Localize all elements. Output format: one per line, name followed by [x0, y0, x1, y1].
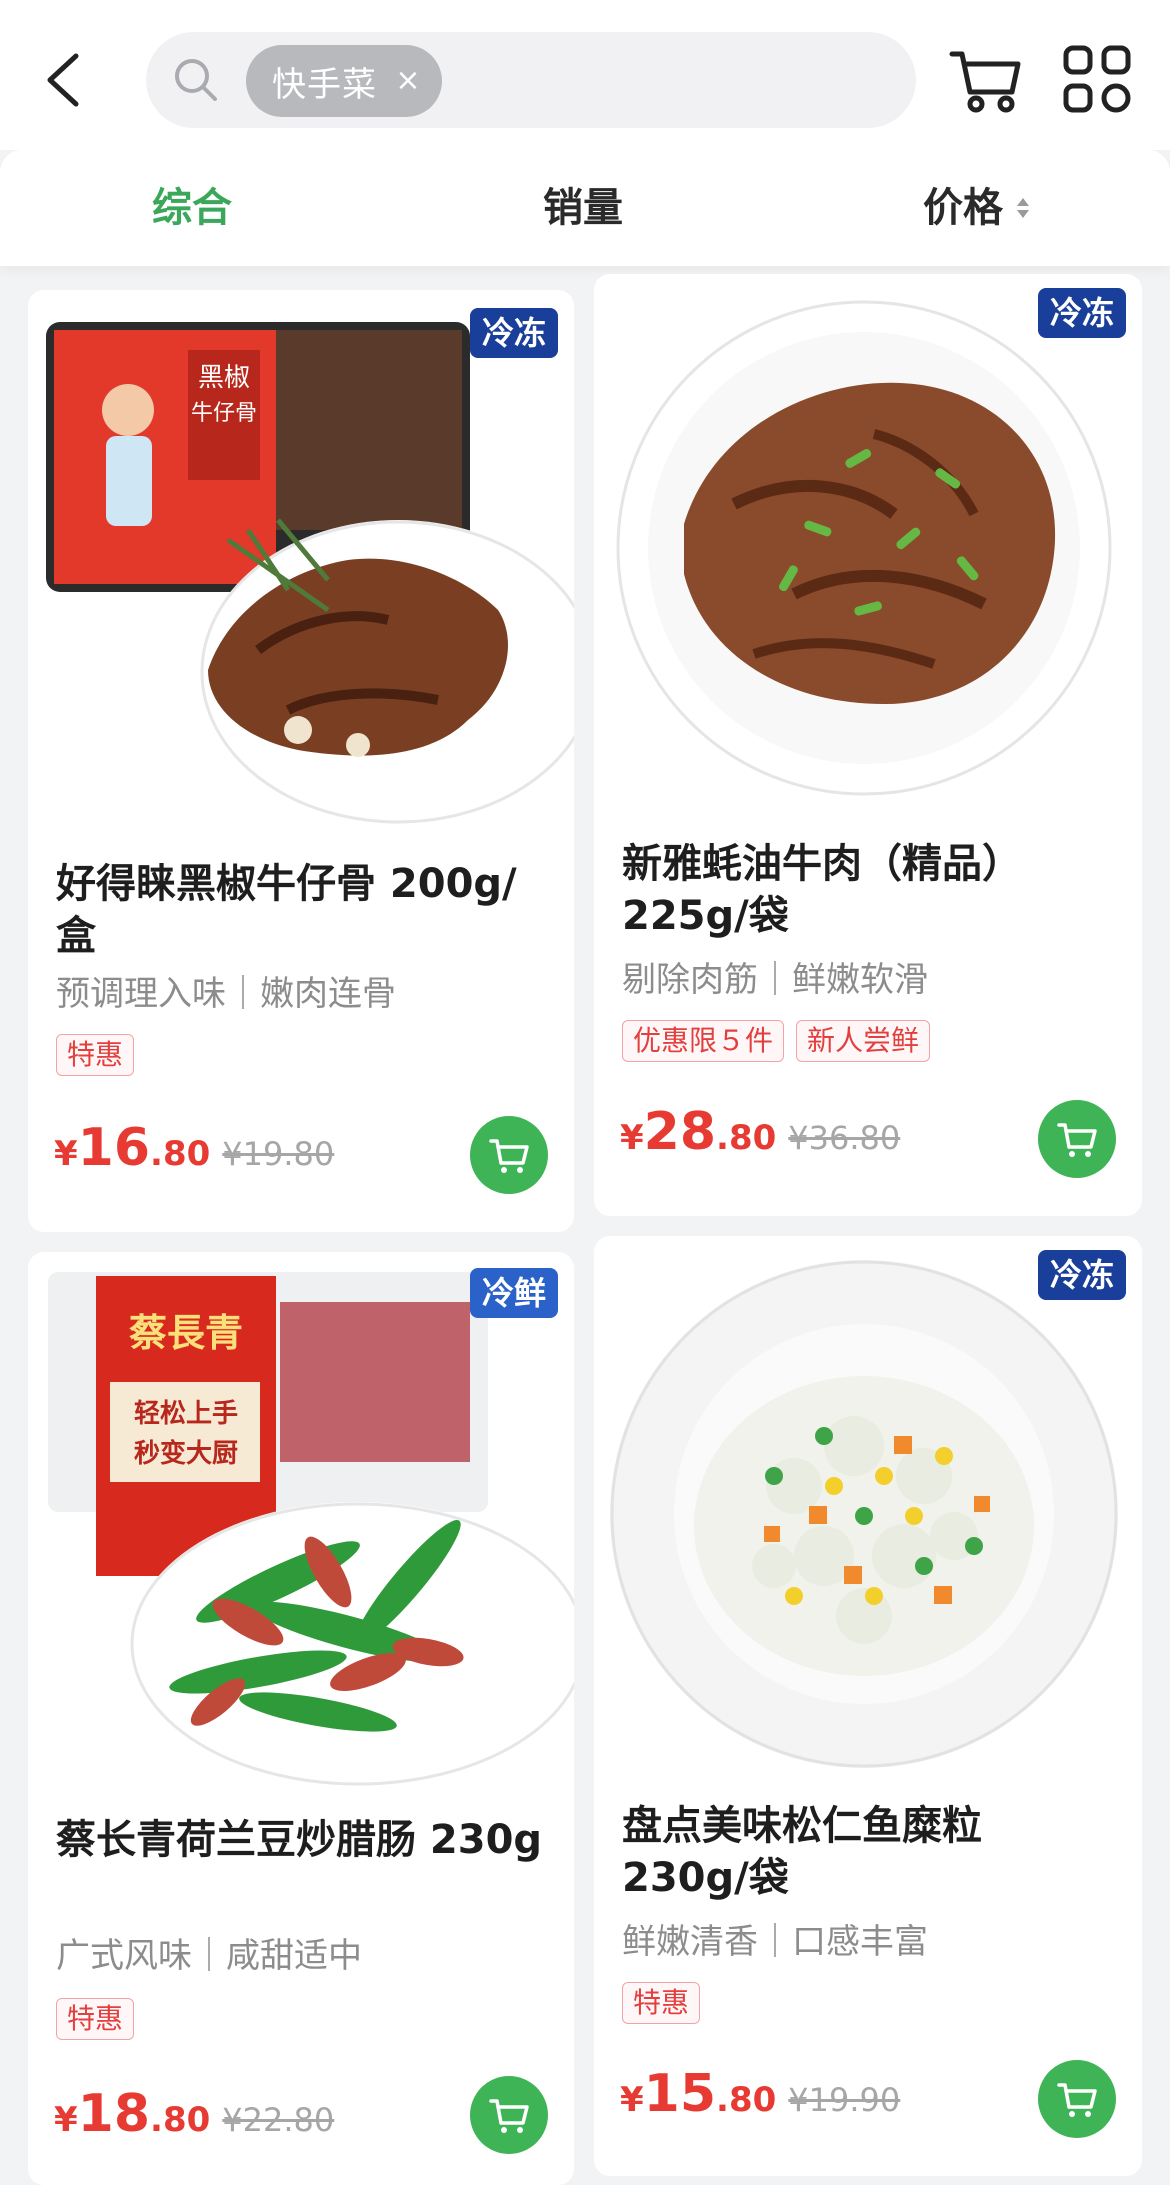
price-symbol: ¥ [54, 2100, 78, 2140]
frozen-badge: 冷冻 [1037, 1250, 1126, 1300]
search-input[interactable]: 快手菜 × [146, 32, 916, 128]
price-decimal: .80 [150, 1134, 211, 1174]
product-subtitle: 广式风味｜咸甜适中 [56, 1936, 362, 1976]
svg-text:黑椒: 黑椒 [198, 363, 250, 393]
tab-price[interactable]: 价格 [923, 178, 1003, 238]
price-row: ¥ 28 .80 ¥36.80 [620, 1102, 900, 1162]
cart-add-icon [489, 1139, 529, 1173]
cart-button[interactable] [946, 40, 1026, 120]
top-bar: 快手菜 × [0, 0, 1170, 150]
add-to-cart-button[interactable] [1038, 2060, 1116, 2138]
search-keyword-chip[interactable]: 快手菜 × [246, 45, 442, 117]
sort-arrows-icon [1017, 198, 1029, 218]
original-price: ¥36.80 [788, 1119, 901, 1157]
price-row: ¥ 16 .80 ¥19.80 [54, 1118, 334, 1178]
svg-text:蔡長青: 蔡長青 [129, 1310, 243, 1355]
price-row: ¥ 15 .80 ¥19.90 [620, 2064, 900, 2124]
svg-text:轻松上手: 轻松上手 [134, 1399, 238, 1429]
price-integer: 15 [643, 2064, 717, 2124]
promo-tag: 优惠限５件 [622, 1020, 785, 1062]
black-pepper-beef-ribs-image: 黑椒 牛仔骨 [46, 322, 574, 824]
price-integer: 18 [77, 2084, 151, 2144]
snow-peas-sausage-image: 蔡長青 轻松上手 秒变大厨 [48, 1272, 574, 1786]
add-to-cart-button[interactable] [1038, 1100, 1116, 1178]
price-symbol: ¥ [620, 1118, 644, 1158]
add-to-cart-button[interactable] [470, 1116, 548, 1194]
product-subtitle: 预调理入味｜嫩肉连骨 [56, 974, 396, 1014]
cart-add-icon [489, 2099, 529, 2133]
promo-tag: 特惠 [56, 1998, 135, 2040]
price-row: ¥ 18 .80 ¥22.80 [54, 2084, 334, 2144]
grid-icon [1063, 45, 1131, 113]
product-title: 新雅蚝油牛肉（精品）225g/袋 [622, 841, 1022, 939]
add-to-cart-button[interactable] [470, 2076, 548, 2154]
promo-tag: 特惠 [622, 1982, 701, 2024]
price-integer: 16 [77, 1118, 151, 1178]
original-price: ¥19.80 [222, 1135, 335, 1173]
product-card[interactable]: 冷冻 新雅蚝油牛肉（精品）225g/袋 剔除肉筋｜鲜嫩软滑 优惠限５件 新人尝鲜… [594, 274, 1142, 1216]
clear-keyword-icon[interactable]: × [390, 63, 426, 99]
price-integer: 28 [643, 1102, 717, 1162]
oyster-sauce-beef-image [616, 300, 1112, 796]
pine-nut-fish-image [610, 1260, 1118, 1768]
price-decimal: .80 [716, 2080, 777, 2120]
chilled-badge: 冷鲜 [469, 1268, 558, 1318]
product-title: 盘点美味松仁鱼糜粒 230g/袋 [622, 1803, 982, 1901]
cart-add-icon [1057, 1123, 1097, 1157]
price-symbol: ¥ [620, 2080, 644, 2120]
frozen-badge: 冷冻 [1037, 288, 1126, 338]
price-symbol: ¥ [54, 1134, 78, 1174]
product-card[interactable]: 黑椒 牛仔骨 冷冻 好得睐黑椒牛仔骨 200g/盒 预调理入味｜嫩肉连骨 特惠 … [28, 290, 574, 1232]
cart-add-icon [1057, 2083, 1097, 2117]
product-subtitle: 剔除肉筋｜鲜嫩软滑 [622, 960, 928, 1000]
search-keyword-label: 快手菜 [272, 64, 377, 105]
original-price: ¥19.90 [788, 2081, 901, 2119]
tab-sales[interactable]: 销量 [543, 178, 623, 238]
price-decimal: .80 [716, 1118, 777, 1158]
svg-text:秒变大厨: 秒变大厨 [134, 1438, 238, 1469]
promo-tag: 新人尝鲜 [796, 1020, 931, 1062]
promo-tag: 特惠 [56, 1034, 135, 1076]
chevron-left-icon [47, 53, 79, 107]
search-icon [175, 59, 217, 101]
tab-comprehensive[interactable]: 综合 [152, 178, 232, 238]
product-card[interactable]: 蔡長青 轻松上手 秒变大厨 冷鲜 蔡长青荷兰豆炒腊肠 230g 广式风味｜咸甜适… [28, 1252, 574, 2185]
product-title: 好得睐黑椒牛仔骨 200g/盒 [56, 861, 517, 959]
svg-text:牛仔骨: 牛仔骨 [191, 401, 257, 426]
cart-icon [949, 51, 1021, 113]
sort-bar: 综合 销量 价格 [0, 150, 1170, 266]
price-decimal: .80 [150, 2100, 211, 2140]
product-title: 蔡长青荷兰豆炒腊肠 230g [56, 1817, 543, 1863]
back-button[interactable] [36, 42, 90, 118]
product-subtitle: 鲜嫩清香｜口感丰富 [622, 1922, 928, 1962]
original-price: ¥22.80 [222, 2101, 335, 2139]
frozen-badge: 冷冻 [469, 308, 558, 358]
category-grid-button[interactable] [1060, 42, 1136, 118]
product-card[interactable]: 冷冻 盘点美味松仁鱼糜粒 230g/袋 鲜嫩清香｜口感丰富 特惠 ¥ 15 .8… [594, 1236, 1142, 2176]
